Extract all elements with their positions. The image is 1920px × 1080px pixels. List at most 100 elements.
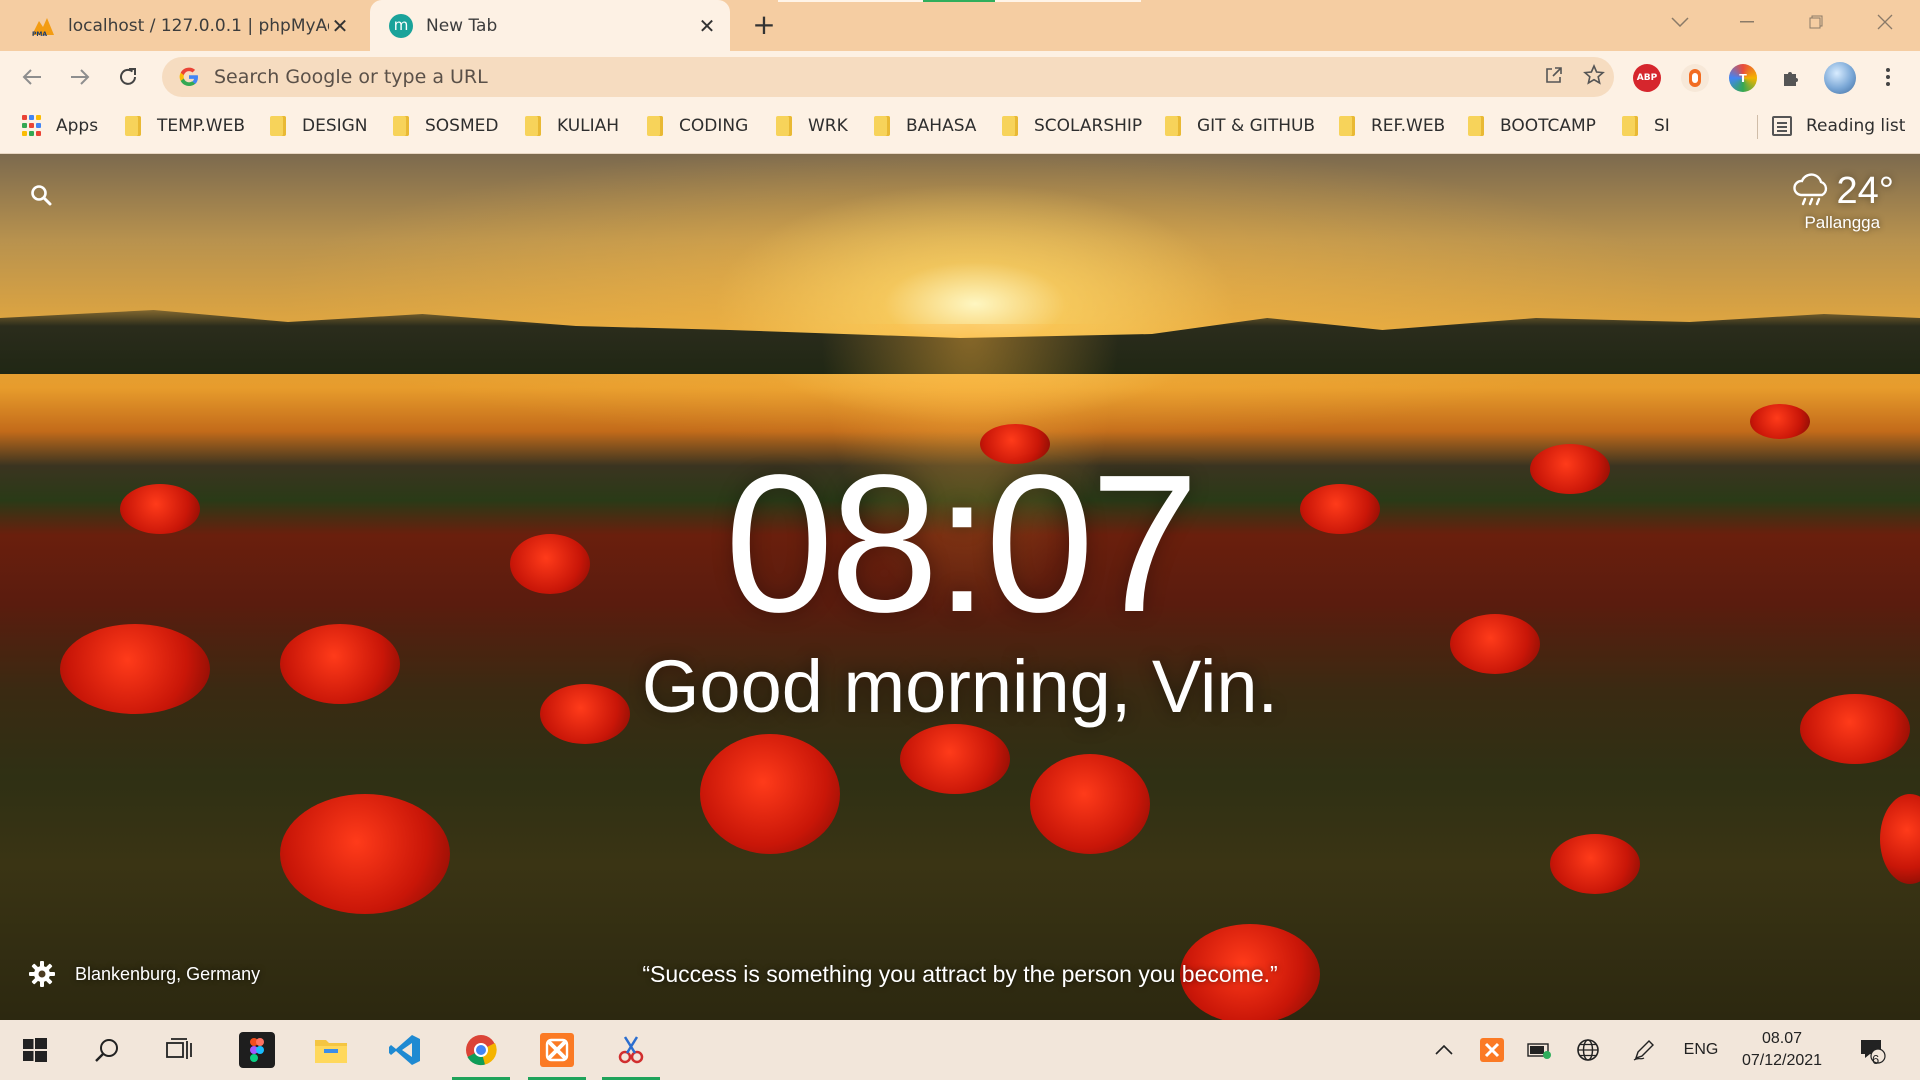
xampp-icon[interactable] — [522, 1020, 592, 1080]
bookmark-label: SI — [1654, 116, 1670, 136]
chrome-icon[interactable] — [446, 1020, 516, 1080]
windows-taskbar: ENG 08.07 07/12/2021 6 — [0, 1020, 1920, 1080]
apps-grid-icon — [22, 115, 44, 137]
language-indicator[interactable]: ENG — [1676, 1020, 1726, 1080]
folder-icon — [525, 116, 541, 136]
chevron-up-icon[interactable] — [1426, 1020, 1462, 1080]
reading-list-button[interactable]: Reading list — [1772, 103, 1905, 149]
folder-icon — [393, 116, 409, 136]
avatar[interactable] — [1824, 62, 1856, 94]
weather-location: Pallangga — [1804, 213, 1881, 232]
tab-search-chevron-icon[interactable] — [1645, 0, 1715, 44]
folder-icon — [270, 116, 286, 136]
folder-icon — [125, 116, 141, 136]
xampp-tray-icon[interactable] — [1474, 1020, 1510, 1080]
close-tab-icon[interactable]: ✕ — [329, 14, 351, 38]
folder-icon — [1339, 116, 1355, 136]
minimize-icon[interactable] — [1712, 0, 1782, 44]
task-view-icon[interactable] — [144, 1020, 214, 1080]
pen-icon[interactable] — [1626, 1020, 1662, 1080]
phpmyadmin-icon: PMA — [30, 13, 56, 39]
tab-strip-indicator — [923, 0, 995, 2]
bookmark-folder[interactable]: WRK — [776, 103, 848, 149]
folder-icon — [1622, 116, 1638, 136]
browser-toolbar: Search Google or type a URL ABP T — [0, 51, 1920, 103]
bookmark-label: WRK — [808, 116, 848, 136]
bookmark-folder[interactable]: KULIAH — [525, 103, 619, 149]
folder-icon — [1002, 116, 1018, 136]
tab-phpmyadmin[interactable]: PMA localhost / 127.0.0.1 | phpMyAdmin ✕ — [18, 0, 363, 51]
bookmark-label: CODING — [679, 116, 749, 136]
bookmark-label: SOSMED — [425, 116, 499, 136]
taskbar-clock[interactable]: 08.07 07/12/2021 — [1722, 1028, 1842, 1072]
forward-icon[interactable] — [64, 61, 96, 93]
omnibox-placeholder: Search Google or type a URL — [214, 66, 488, 88]
weather-temperature: 24° — [1836, 170, 1894, 212]
adblock-plus-icon[interactable]: ABP — [1633, 64, 1661, 92]
bookmarks-bar: Apps TEMP.WEB DESIGN SOSMED KULIAH CODIN… — [0, 103, 1920, 154]
weather-widget[interactable]: 24° Pallangga — [1791, 170, 1894, 233]
tab-title: localhost / 127.0.0.1 | phpMyAdmin — [68, 15, 329, 36]
bookmark-label: TEMP.WEB — [157, 116, 246, 136]
tab-strip: PMA localhost / 127.0.0.1 | phpMyAdmin ✕… — [0, 0, 1920, 51]
momentum-icon: m — [388, 13, 414, 39]
globe-network-icon[interactable] — [1570, 1020, 1606, 1080]
bookmark-label: SCOLARSHIP — [1034, 116, 1143, 136]
snipping-tool-icon[interactable] — [596, 1020, 666, 1080]
folder-icon — [776, 116, 792, 136]
bookmark-folder[interactable]: DESIGN — [270, 103, 368, 149]
bookmark-label: BOOTCAMP — [1500, 116, 1596, 136]
vscode-icon[interactable] — [370, 1020, 440, 1080]
new-tab-button[interactable]: + — [748, 10, 780, 42]
bookmark-folder[interactable]: SCOLARSHIP — [1002, 103, 1142, 149]
svg-text:PMA: PMA — [32, 31, 47, 37]
back-icon[interactable] — [16, 61, 48, 93]
bookmark-label: REF.WEB — [1371, 116, 1446, 136]
windows-start-icon[interactable] — [0, 1020, 70, 1080]
bookmark-label: GIT & GITHUB — [1197, 116, 1316, 136]
puzzle-extensions-icon[interactable] — [1777, 64, 1805, 92]
close-window-icon[interactable] — [1850, 0, 1920, 44]
momentum-dashboard: 24° Pallangga 08:07 Good morning, Vin. B… — [0, 154, 1920, 1020]
bookmarks-divider — [1757, 115, 1758, 139]
bookmark-folder[interactable]: CODING — [647, 103, 748, 149]
bookmark-folder[interactable]: TEMP.WEB — [125, 103, 245, 149]
folder-icon — [1468, 116, 1484, 136]
reload-icon[interactable] — [112, 61, 144, 93]
bookmark-label: DESIGN — [302, 116, 368, 136]
bookmark-label: BAHASA — [906, 116, 977, 136]
bookmark-folder[interactable]: BOOTCAMP — [1468, 103, 1596, 149]
bookmark-folder[interactable]: GIT & GITHUB — [1165, 103, 1315, 149]
tampermonkey-t-icon[interactable]: T — [1729, 64, 1757, 92]
bookmark-folder[interactable]: SOSMED — [393, 103, 498, 149]
daily-quote[interactable]: “Success is something you attract by the… — [0, 961, 1920, 988]
search-icon[interactable] — [30, 184, 52, 206]
notification-center-icon[interactable]: 6 — [1852, 1020, 1892, 1080]
battery-icon[interactable] — [1522, 1020, 1558, 1080]
folder-icon — [1165, 116, 1181, 136]
tab-title: New Tab — [426, 15, 498, 36]
bookmark-label: KULIAH — [557, 116, 620, 136]
bookmark-label: Apps — [56, 116, 99, 136]
bookmark-folder[interactable]: REF.WEB — [1339, 103, 1445, 149]
share-icon[interactable] — [1534, 65, 1574, 90]
close-tab-icon[interactable]: ✕ — [696, 14, 718, 38]
search-icon[interactable] — [72, 1020, 142, 1080]
notification-count: 6 — [1872, 1052, 1880, 1067]
folder-icon — [874, 116, 890, 136]
honey-extension-icon[interactable] — [1681, 64, 1709, 92]
tab-new-tab[interactable]: m New Tab ✕ — [370, 0, 730, 51]
bookmark-folder[interactable]: BAHASA — [874, 103, 976, 149]
figma-icon[interactable] — [222, 1020, 292, 1080]
file-explorer-icon[interactable] — [296, 1020, 366, 1080]
omnibox[interactable]: Search Google or type a URL — [162, 57, 1614, 97]
google-icon — [178, 66, 200, 88]
reading-list-label: Reading list — [1806, 116, 1906, 136]
greeting-text[interactable]: Good morning, Vin. — [0, 642, 1920, 732]
restore-icon[interactable] — [1781, 0, 1851, 44]
kebab-menu-icon[interactable] — [1872, 61, 1904, 93]
reading-list-icon — [1772, 116, 1792, 136]
bookmark-folder[interactable]: SI — [1622, 103, 1670, 149]
bookmark-apps[interactable]: Apps — [22, 103, 98, 149]
bookmark-star-icon[interactable] — [1574, 63, 1614, 91]
